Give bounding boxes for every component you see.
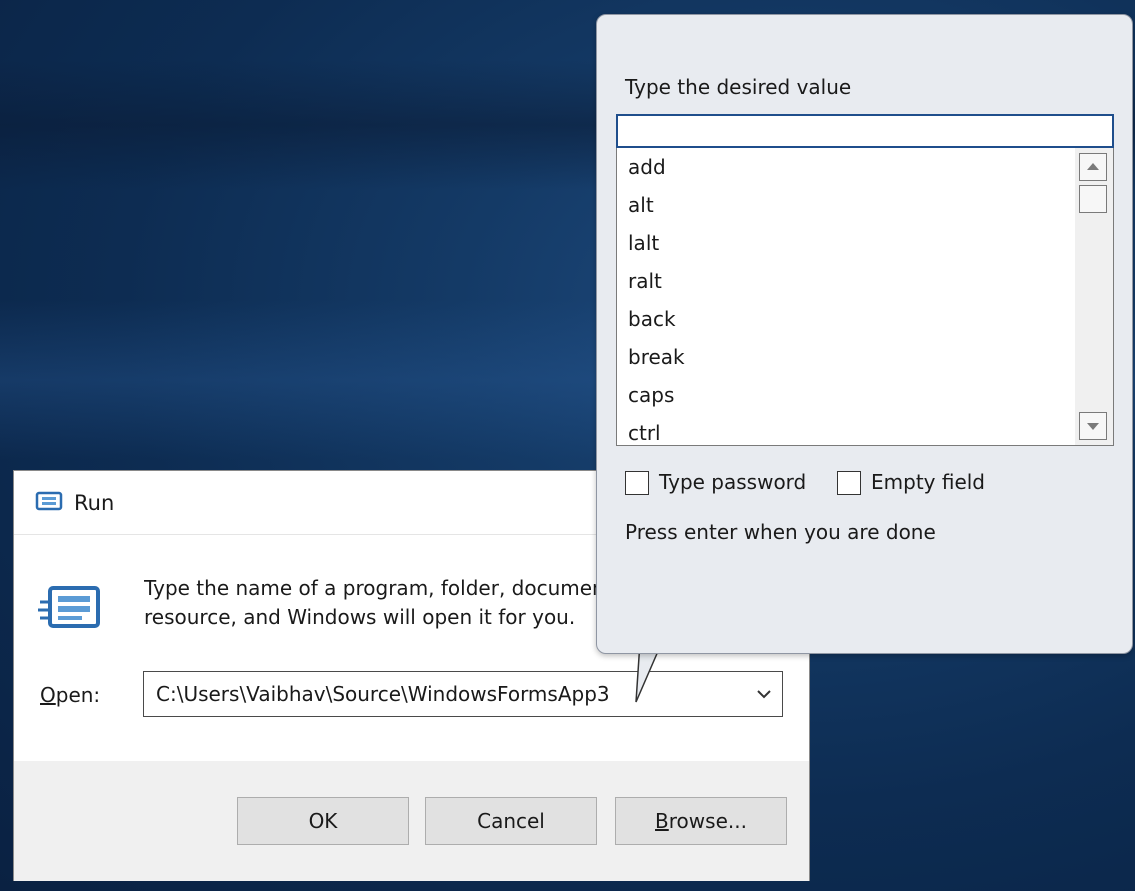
cancel-button[interactable]: Cancel (425, 797, 597, 845)
value-input[interactable] (616, 114, 1114, 148)
done-hint: Press enter when you are done (625, 520, 936, 544)
scroll-down-button[interactable] (1079, 412, 1107, 440)
chevron-down-icon[interactable] (754, 682, 774, 706)
list-item[interactable]: back (617, 300, 1075, 338)
list-item[interactable]: caps (617, 376, 1075, 414)
ok-button[interactable]: OK (237, 797, 409, 845)
list-item[interactable]: ctrl (617, 414, 1075, 445)
open-combobox[interactable]: C:\Users\Vaibhav\Source\WindowsFormsApp3 (143, 671, 783, 717)
list-item[interactable]: lalt (617, 224, 1075, 262)
prompt-label: Type the desired value (625, 75, 852, 99)
browse-label: rowse... (668, 809, 747, 833)
value-picker-popup: Type the desired value add alt lalt ralt… (596, 14, 1133, 654)
run-icon (35, 491, 63, 511)
triangle-down-icon (1087, 423, 1099, 430)
value-listbox[interactable]: add alt lalt ralt back break caps ctrl (616, 148, 1114, 446)
empty-field-label[interactable]: Empty field (871, 470, 985, 494)
list-item[interactable]: alt (617, 186, 1075, 224)
run-program-icon (38, 586, 100, 628)
open-label-text: pen: (55, 683, 101, 707)
scroll-up-button[interactable] (1079, 153, 1107, 181)
open-input[interactable]: C:\Users\Vaibhav\Source\WindowsFormsApp3 (156, 682, 610, 706)
list-items: add alt lalt ralt back break caps ctrl (617, 148, 1075, 445)
list-item[interactable]: break (617, 338, 1075, 376)
list-item[interactable]: add (617, 148, 1075, 186)
type-password-label[interactable]: Type password (659, 470, 806, 494)
browse-button[interactable]: Browse... (615, 797, 787, 845)
list-item[interactable]: ralt (617, 262, 1075, 300)
run-title: Run (74, 491, 115, 515)
browse-accesskey: B (655, 809, 669, 833)
vertical-scrollbar[interactable] (1075, 148, 1113, 445)
scroll-thumb[interactable] (1079, 185, 1107, 213)
type-password-checkbox[interactable] (625, 471, 649, 495)
open-label: Open: (40, 683, 100, 707)
open-label-accesskey: O (40, 683, 56, 707)
empty-field-checkbox[interactable] (837, 471, 861, 495)
triangle-up-icon (1087, 163, 1099, 170)
